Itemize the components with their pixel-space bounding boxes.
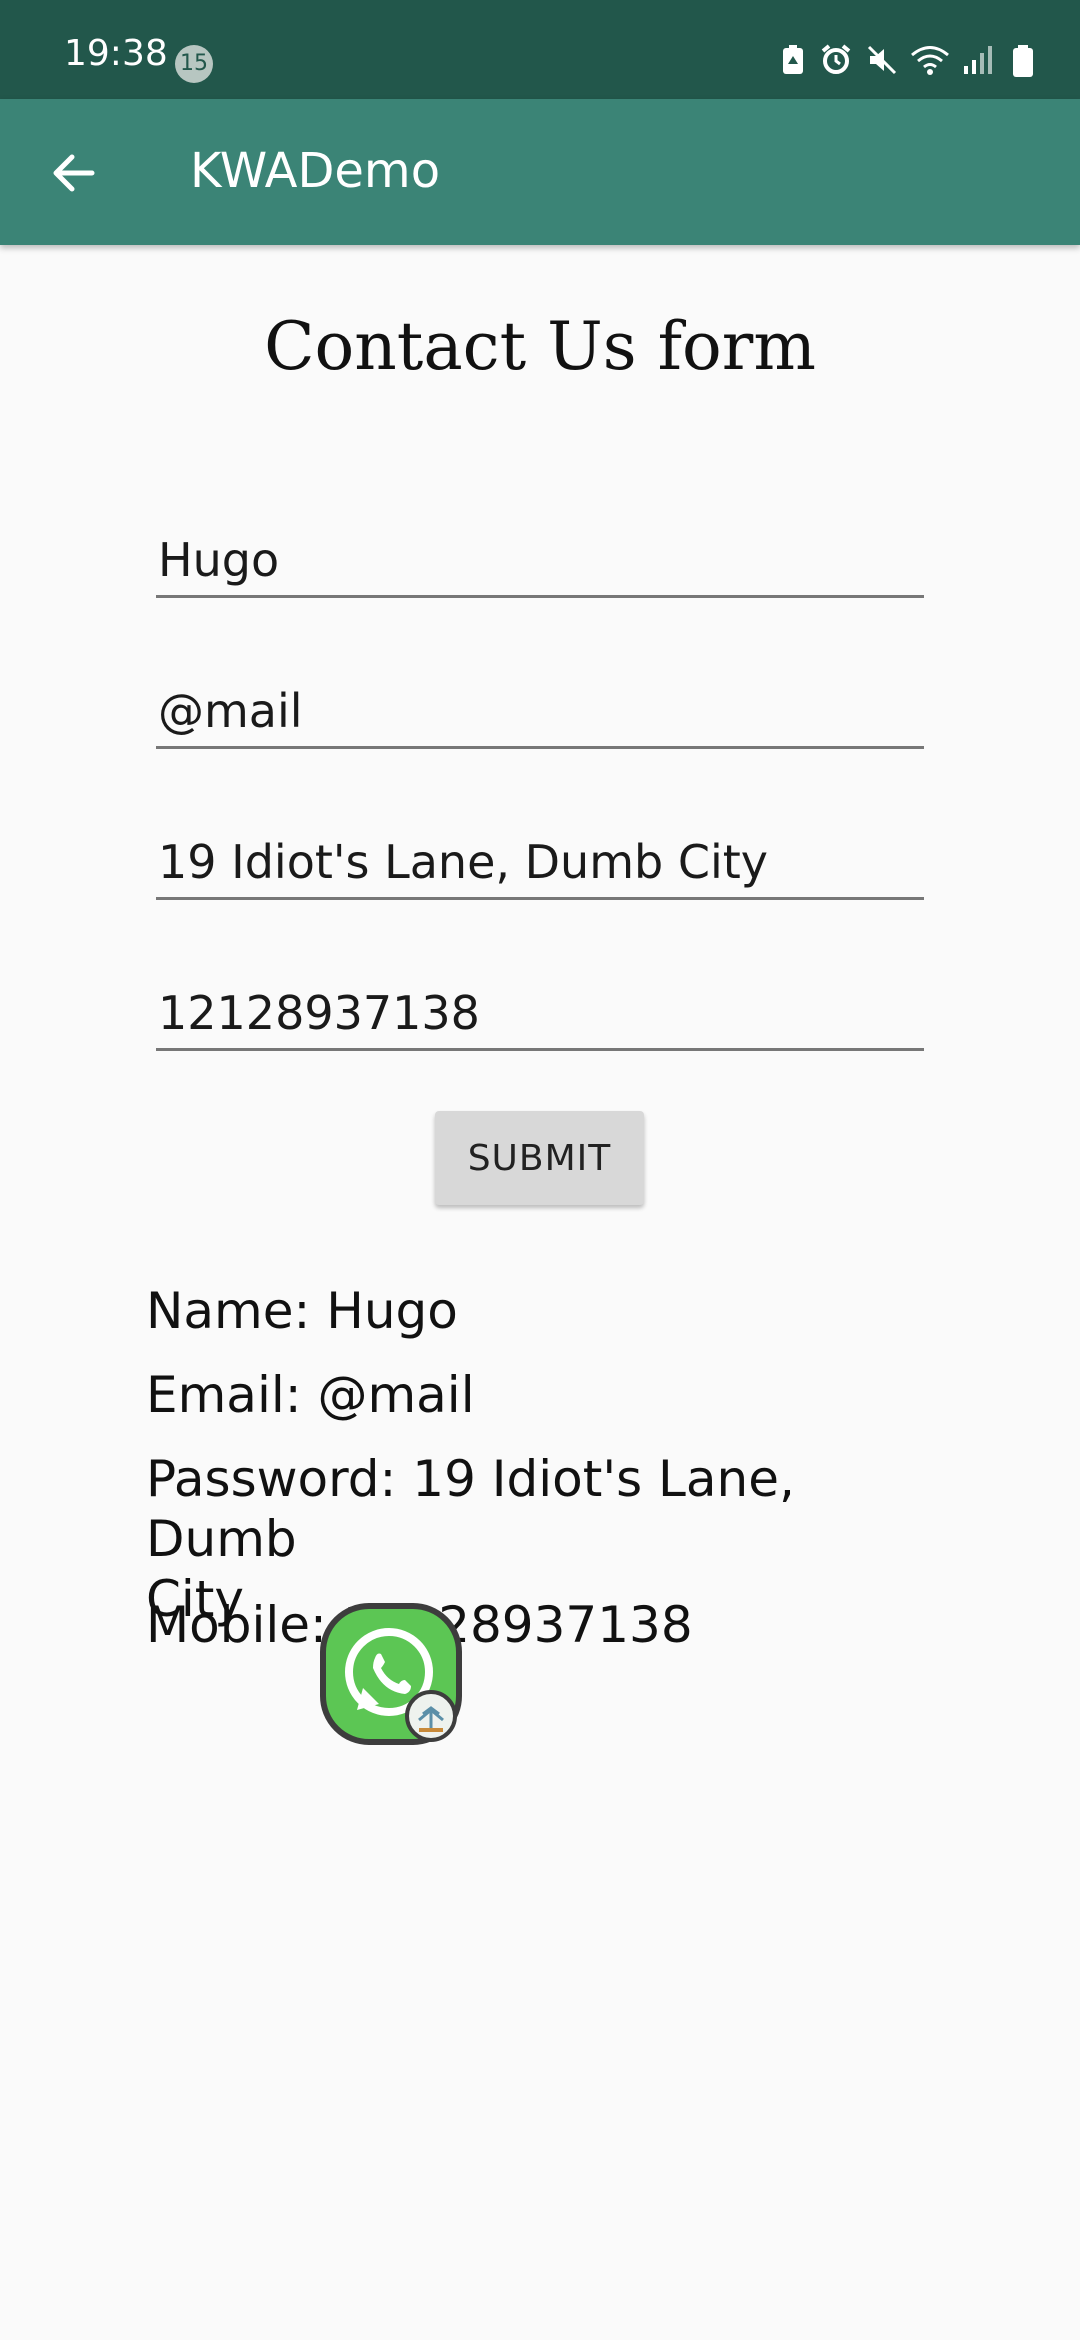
result-mobile: Mobile: 12128937138 xyxy=(146,1596,693,1654)
name-field xyxy=(156,521,924,598)
page-title: Contact Us form xyxy=(264,308,816,385)
status-bar: 19:38 15 xyxy=(0,0,1080,99)
whatsapp-chat-bubble-icon xyxy=(320,1603,462,1745)
result-email: Email: @mail xyxy=(146,1366,475,1424)
back-button[interactable] xyxy=(34,135,110,211)
name-input[interactable] xyxy=(158,533,918,587)
notification-count-badge: 15 xyxy=(175,45,213,83)
password-field xyxy=(156,823,924,900)
result-name: Name: Hugo xyxy=(146,1282,458,1340)
app-title: KWADemo xyxy=(190,143,441,199)
battery-icon xyxy=(1013,45,1033,77)
email-field xyxy=(156,672,924,749)
status-icons xyxy=(780,44,1040,84)
whatsapp-chat-bubble[interactable] xyxy=(319,1602,465,1748)
submit-button[interactable]: SUBMIT xyxy=(435,1111,644,1205)
email-input[interactable] xyxy=(158,684,918,738)
wifi-icon xyxy=(911,46,949,75)
app-bar: KWADemo xyxy=(0,99,1080,245)
mobile-input[interactable] xyxy=(158,986,918,1040)
signal-icon xyxy=(964,46,992,74)
arrow-left-icon xyxy=(53,154,95,192)
alarm-icon xyxy=(821,44,851,74)
mute-icon xyxy=(867,45,897,75)
mobile-field xyxy=(156,974,924,1051)
result-password-line1: Password: 19 Idiot's Lane, Dumb xyxy=(146,1450,795,1568)
password-input[interactable] xyxy=(158,835,918,889)
status-time: 19:38 xyxy=(64,33,168,74)
battery-saver-icon xyxy=(783,45,803,74)
